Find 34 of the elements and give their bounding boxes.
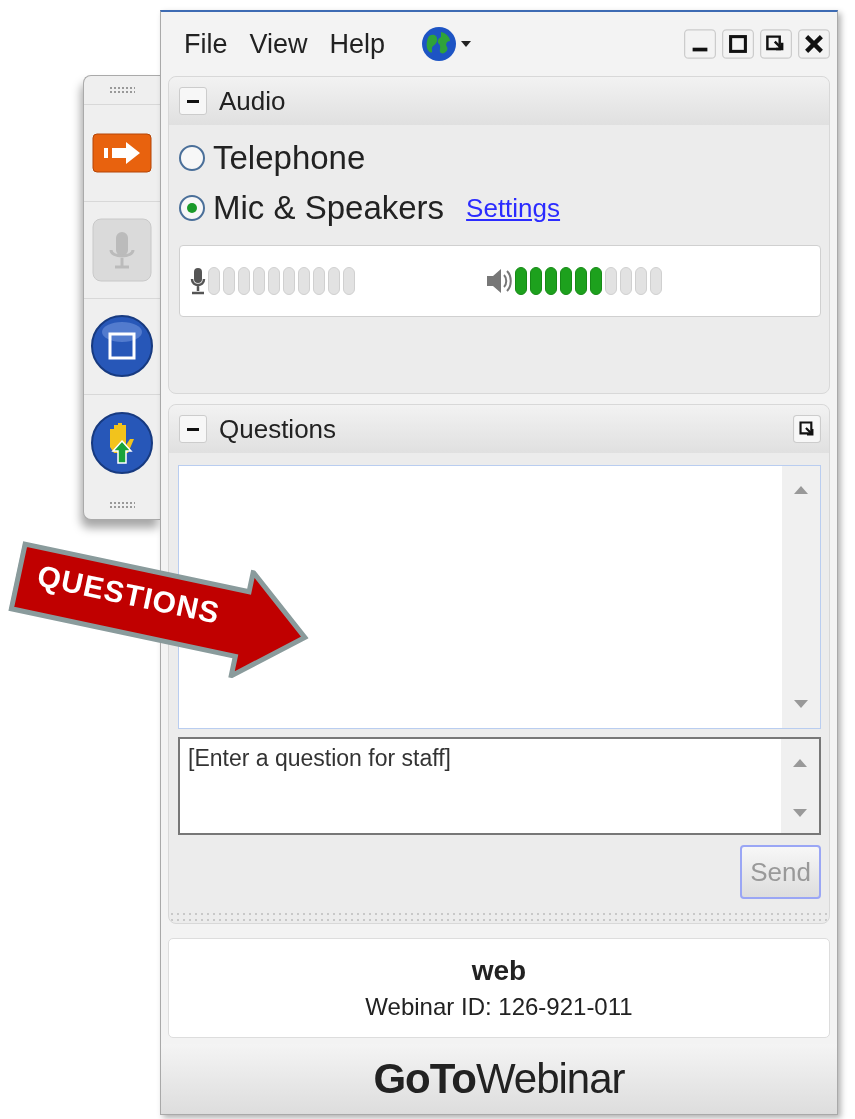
menu-item[interactable]: File — [184, 28, 228, 60]
session-name: web — [471, 955, 527, 987]
globe-icon[interactable] — [421, 26, 458, 62]
settings-link[interactable]: Settings — [466, 192, 561, 224]
scrollbar[interactable] — [782, 466, 820, 728]
panel-title: Audio — [219, 85, 286, 117]
radio-label[interactable]: Telephone — [213, 139, 366, 177]
radio-label[interactable]: Mic & Speakers — [213, 189, 445, 227]
radio-button[interactable] — [179, 195, 205, 221]
grip-handle[interactable] — [109, 86, 135, 94]
caret-icon[interactable] — [461, 41, 472, 47]
microphone-icon — [190, 266, 206, 296]
scrollbar[interactable] — [781, 739, 819, 833]
grip-handle[interactable] — [109, 501, 135, 509]
webinar-id: Webinar ID: 126-921-011 — [365, 993, 633, 1021]
hand-icon[interactable] — [90, 411, 154, 476]
resize-grip[interactable] — [169, 911, 829, 923]
radio-button[interactable] — [179, 145, 205, 171]
maximize-icon[interactable] — [722, 29, 754, 59]
close-icon[interactable] — [798, 29, 830, 59]
scroll-down-icon[interactable] — [793, 809, 807, 817]
menu-item[interactable]: View — [249, 28, 308, 60]
minimize-icon[interactable] — [684, 29, 716, 59]
restore-icon[interactable] — [760, 29, 792, 59]
menu-item[interactable]: Help — [329, 28, 386, 60]
scroll-up-icon[interactable] — [794, 486, 808, 494]
collapse-button[interactable] — [179, 87, 207, 115]
speaker-icon — [485, 266, 513, 296]
brand-logo: GoToWebinar — [373, 1055, 625, 1103]
scroll-up-icon[interactable] — [793, 759, 807, 767]
scroll-down-icon[interactable] — [794, 700, 808, 708]
panel-title: Questions — [219, 413, 337, 445]
collapse-button[interactable] — [179, 415, 207, 443]
restore-icon[interactable] — [793, 415, 821, 443]
